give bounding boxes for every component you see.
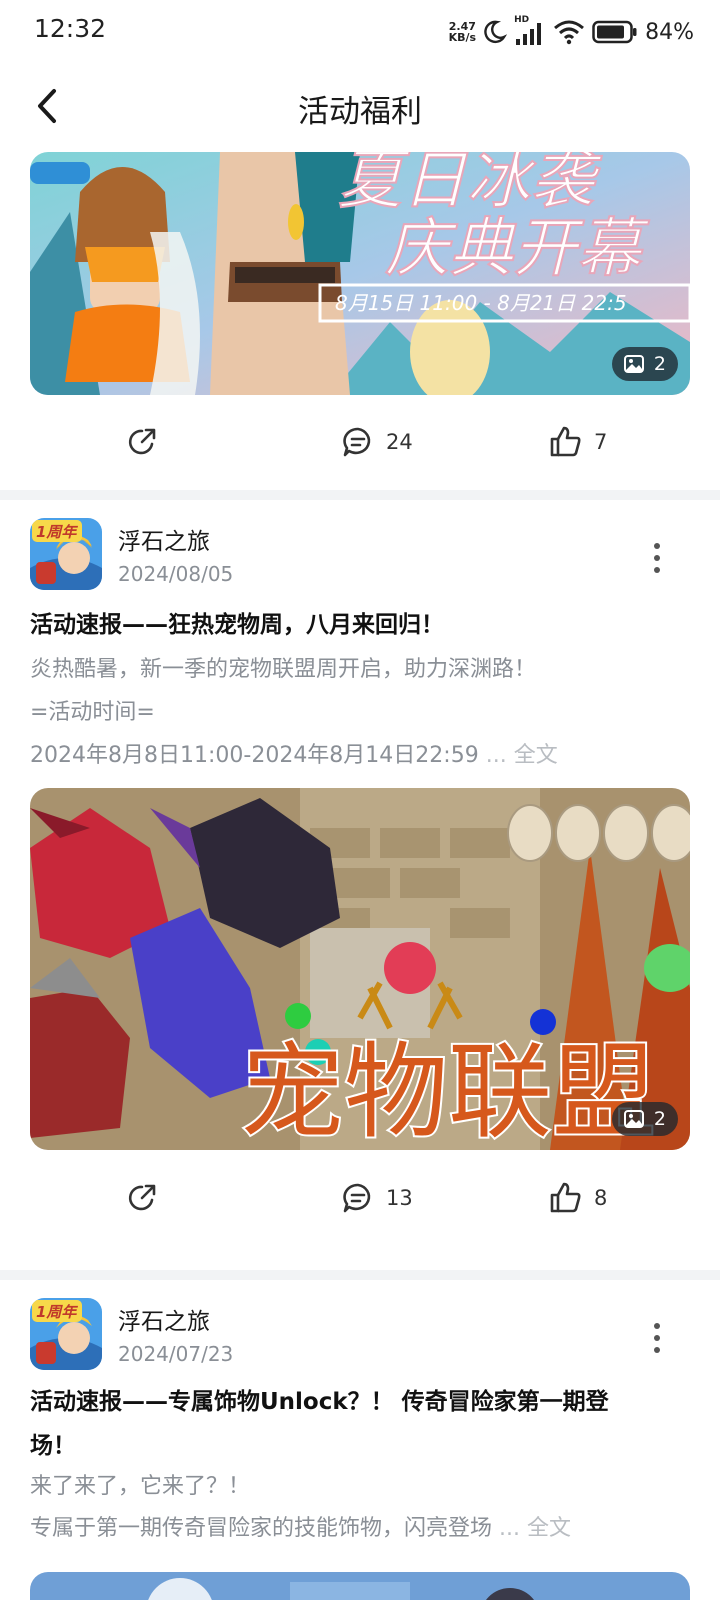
- author-name[interactable]: 浮石之旅: [118, 522, 210, 556]
- post-excerpt-line: =活动时间=: [30, 700, 155, 725]
- post-excerpt-text: 2024年8月8日11:00-2024年8月14日22:59: [30, 743, 479, 768]
- anniversary-badge: 1周年: [36, 1303, 78, 1321]
- post-excerpt-line: 来了来了，它来了？！: [30, 1474, 251, 1499]
- comment-button[interactable]: 24: [340, 412, 413, 472]
- status-icons: 2.47 KB/s HD 84%: [449, 14, 694, 50]
- like-button[interactable]: 8: [548, 1168, 607, 1228]
- image-count-badge: 2: [611, 347, 678, 381]
- post-actions: 13 8: [0, 1168, 720, 1228]
- share-button[interactable]: [124, 412, 160, 472]
- post-date: 2024/07/23: [118, 1342, 234, 1366]
- cellular-signal-icon: HD: [514, 15, 546, 47]
- wifi-icon: [554, 20, 585, 45]
- like-count: 8: [594, 1186, 608, 1210]
- banner-title: 宠物联盟: [240, 1031, 656, 1150]
- thumbs-up-icon: [550, 1182, 581, 1213]
- post-banner-image[interactable]: [30, 1572, 690, 1600]
- battery-percent: 84%: [645, 19, 694, 45]
- moon-icon: [484, 20, 508, 44]
- share-icon: [128, 428, 156, 455]
- avatar[interactable]: 1周年: [30, 1298, 102, 1370]
- share-icon: [128, 1184, 156, 1211]
- more-vertical-icon: [654, 543, 660, 573]
- more-options-button[interactable]: [644, 1318, 670, 1358]
- comment-count: 13: [386, 1186, 413, 1210]
- pet-alliance-artwork: 宠物联盟: [30, 788, 690, 1150]
- post-title-line: 场！: [30, 1433, 76, 1459]
- page-title: 活动福利: [298, 94, 422, 130]
- avatar[interactable]: 1周年: [30, 518, 102, 590]
- thumbs-up-icon: [550, 426, 581, 457]
- post-excerpt-line: 2024年8月8日11:00-2024年8月14日22:59 ... 全文: [30, 735, 690, 777]
- section-divider: [0, 1270, 720, 1280]
- image-count: 2: [653, 1108, 666, 1130]
- banner-title-line-1: 夏日冰袭: [338, 152, 602, 218]
- full-text-link[interactable]: 全文: [527, 1516, 571, 1541]
- banner-event-date: 8月15日 11:00 - 8月21日 22:5: [335, 291, 627, 315]
- post-excerpt-line: 炎热酷暑，新一季的宠物联盟周开启，助力深渊路！: [30, 657, 537, 682]
- ellipsis: ...: [499, 1516, 520, 1541]
- like-count: 7: [594, 430, 608, 454]
- author-name[interactable]: 浮石之旅: [118, 1302, 210, 1336]
- post-banner-image[interactable]: 夏日冰袭 庆典开幕 8月15日 11:00 - 8月21日 22:5 2: [30, 152, 690, 395]
- post-card: 1周年 浮石之旅 2024/08/05 活动速报——狂热宠物周，八月来回归！ 炎…: [0, 500, 720, 1270]
- network-speed: 2.47 KB/s: [449, 21, 476, 43]
- battery-icon: [592, 20, 637, 44]
- like-button[interactable]: 7: [548, 412, 607, 472]
- section-divider: [0, 490, 720, 500]
- image-icon: [623, 355, 644, 373]
- app-header: 活动福利: [0, 66, 720, 152]
- comment-count: 24: [386, 430, 413, 454]
- post-title[interactable]: 活动速报——专属饰物Unlock？！ 传奇冒险家第一期登 场！: [30, 1380, 690, 1468]
- legendary-adventurer-artwork: [30, 1572, 690, 1600]
- image-count-badge: 2: [611, 1102, 678, 1136]
- comment-icon: [343, 1183, 371, 1213]
- full-text-link[interactable]: 全文: [514, 743, 558, 768]
- comment-button[interactable]: 13: [340, 1168, 413, 1228]
- post-title-line: 活动速报——专属饰物Unlock？！ 传奇冒险家第一期登: [30, 1389, 609, 1415]
- more-vertical-icon: [654, 1323, 660, 1353]
- image-icon: [623, 1110, 644, 1128]
- post-title[interactable]: 活动速报——狂热宠物周，八月来回归！: [30, 603, 690, 647]
- post-date: 2024/08/05: [118, 562, 234, 586]
- status-time: 12:32: [34, 14, 107, 43]
- more-options-button[interactable]: [644, 538, 670, 578]
- network-speed-unit: KB/s: [448, 31, 477, 44]
- post-excerpt-line: 专属于第一期传奇冒险家的技能饰物，闪亮登场 ... 全文: [30, 1508, 690, 1550]
- status-bar: 12:32 2.47 KB/s HD 84%: [0, 0, 720, 66]
- post-card: 1周年 浮石之旅 2024/07/23 活动速报——专属饰物Unlock？！ 传…: [0, 1280, 720, 1600]
- summer-event-artwork: 夏日冰袭 庆典开幕 8月15日 11:00 - 8月21日 22:5: [30, 152, 690, 395]
- anniversary-badge: 1周年: [36, 523, 78, 541]
- share-button[interactable]: [124, 1168, 160, 1228]
- comment-icon: [343, 427, 371, 457]
- banner-title-line-2: 庆典开幕: [385, 212, 650, 286]
- post-card: 夏日冰袭 庆典开幕 8月15日 11:00 - 8月21日 22:5 2 24 …: [0, 152, 720, 490]
- post-banner-image[interactable]: 宠物联盟 2: [30, 788, 690, 1150]
- post-actions: 24 7: [0, 412, 720, 472]
- post-excerpt-text: 专属于第一期传奇冒险家的技能饰物，闪亮登场: [30, 1516, 493, 1541]
- image-count: 2: [653, 353, 666, 375]
- ellipsis: ...: [485, 743, 507, 768]
